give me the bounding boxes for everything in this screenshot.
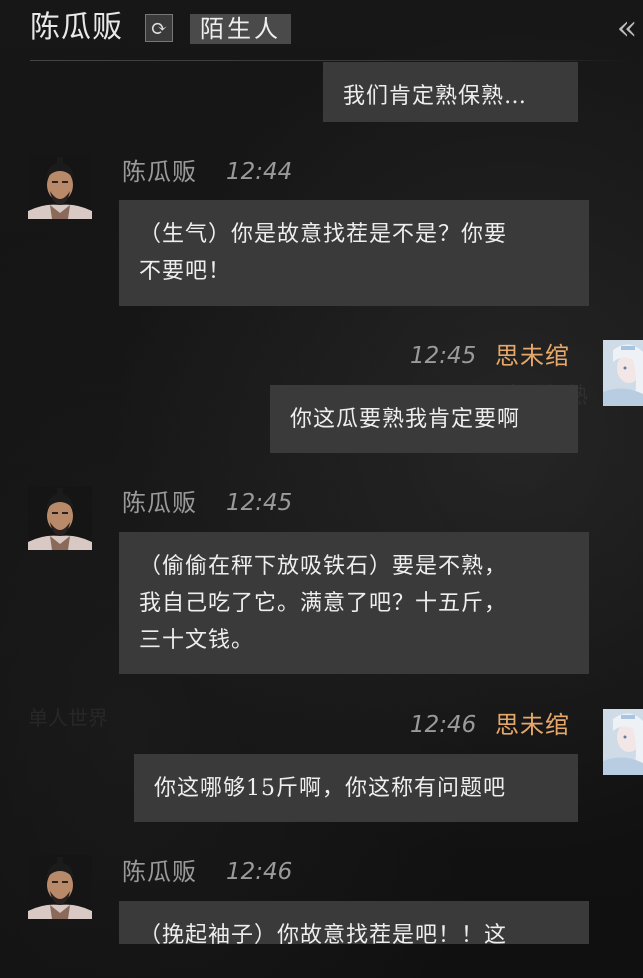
- relation-badge: 陌生人: [190, 14, 291, 44]
- message-line: 我自己吃了它。满意了吧？十五斤，: [139, 591, 508, 616]
- contact-name: 陈瓜贩: [30, 10, 123, 45]
- message-line: 你这哪够15斤啊，你这称有问题吧: [154, 776, 506, 801]
- message-bubble: （生气）你是故意找茬是不是？你要 不要吧！: [119, 200, 589, 306]
- header-divider: [30, 60, 630, 61]
- refresh-icon[interactable]: ⟳: [145, 14, 173, 42]
- message-sender: 思未绾: [495, 342, 570, 370]
- message-line: （挽起袖子）你故意找茬是吧！！这: [139, 923, 508, 944]
- collapse-chevron-icon[interactable]: «: [611, 6, 643, 50]
- message-line: 不要吧！: [139, 259, 232, 284]
- player-avatar[interactable]: [603, 340, 643, 406]
- message-time: 12:45: [226, 490, 293, 516]
- message-sender: 陈瓜贩: [122, 489, 197, 517]
- message-time: 12:46: [410, 712, 477, 738]
- npc-avatar[interactable]: [28, 155, 92, 219]
- message-bubble: 你这瓜要熟我肯定要啊: [270, 385, 578, 453]
- message-time: 12:46: [226, 859, 293, 885]
- message-text: 我们肯定熟保熟…: [343, 84, 528, 109]
- message-line: （偷偷在秤下放吸铁石）要是不熟，: [139, 554, 508, 579]
- player-avatar[interactable]: [603, 709, 643, 775]
- message-sender: 陈瓜贩: [122, 858, 197, 886]
- message-sender: 思未绾: [495, 711, 570, 739]
- message-bubble: （偷偷在秤下放吸铁石）要是不熟， 我自己吃了它。满意了吧？十五斤， 三十文钱。: [119, 532, 589, 674]
- message-bubble-partial: 我们肯定熟保熟…: [323, 62, 578, 122]
- message-line: （生气）你是故意找茬是不是？你要: [139, 222, 508, 247]
- message-line: 三十文钱。: [139, 628, 255, 653]
- npc-avatar[interactable]: [28, 855, 92, 919]
- npc-avatar[interactable]: [28, 486, 92, 550]
- chat-header: 陈瓜贩 ⟳ 陌生人 «: [0, 0, 643, 62]
- chat-log[interactable]: 我们肯定熟保熟… 陈瓜贩 12:44 （生气）你是故意找茬是不是？你要 不要吧！…: [0, 62, 643, 944]
- message-bubble: （挽起袖子）你故意找茬是吧！！这: [119, 901, 589, 944]
- message-sender: 陈瓜贩: [122, 158, 197, 186]
- message-time: 12:44: [226, 159, 293, 185]
- message-line: 你这瓜要熟我肯定要啊: [290, 407, 521, 432]
- message-bubble: 你这哪够15斤啊，你这称有问题吧: [134, 754, 578, 822]
- message-time: 12:45: [410, 343, 477, 369]
